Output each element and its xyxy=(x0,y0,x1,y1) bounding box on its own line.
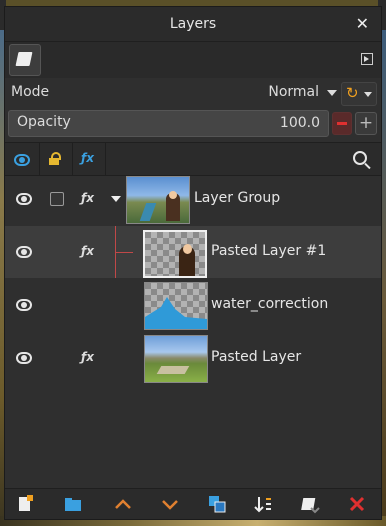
water-shape-graphic xyxy=(145,297,207,329)
opacity-label: Opacity xyxy=(17,114,71,130)
merge-down-icon[interactable] xyxy=(253,494,277,514)
lock-body xyxy=(49,158,59,165)
header-visibility[interactable] xyxy=(5,143,40,175)
layer-thumbnail xyxy=(144,282,208,330)
mode-label: Mode xyxy=(11,84,50,100)
layer-thumbnail xyxy=(126,176,190,224)
layers-tab-icon xyxy=(15,52,33,66)
search-icon-handle xyxy=(364,162,371,170)
fx-icon: ƒx xyxy=(81,151,94,165)
close-icon[interactable]: ✕ xyxy=(356,14,369,33)
layers-list-header: ƒx xyxy=(5,142,381,176)
tree-connector xyxy=(115,252,133,253)
fx-icon[interactable]: ƒx xyxy=(81,350,94,364)
eye-icon[interactable] xyxy=(16,193,32,205)
layer-name[interactable]: Pasted Layer xyxy=(211,349,301,365)
dock-titlebar: Layers ✕ xyxy=(5,7,381,42)
person-face-graphic xyxy=(169,191,177,199)
header-lock[interactable] xyxy=(40,143,73,175)
layer-name[interactable]: water_correction xyxy=(211,296,328,312)
eye-icon[interactable] xyxy=(16,246,32,258)
fx-icon[interactable]: ƒx xyxy=(81,244,94,258)
layer-row[interactable]: ƒx Layer Group xyxy=(5,173,381,225)
lock-checkbox[interactable] xyxy=(50,192,64,206)
eye-icon[interactable] xyxy=(16,352,32,364)
layer-name[interactable]: Pasted Layer #1 xyxy=(211,243,326,259)
layer-row[interactable]: water_correction xyxy=(5,279,381,331)
raise-layer-icon[interactable] xyxy=(113,494,137,514)
mode-row: Mode Normal ↻ xyxy=(5,79,381,107)
person-face-graphic xyxy=(183,244,192,254)
tab-bar xyxy=(5,42,381,78)
eye-icon[interactable] xyxy=(16,299,32,311)
tab-menu-icon[interactable] xyxy=(361,53,373,65)
lower-layer-icon[interactable] xyxy=(160,494,184,514)
opacity-row: Opacity 100.0 + xyxy=(5,110,381,137)
layers-dock: Layers ✕ Mode Normal ↻ Opacity 100.0 + ƒ… xyxy=(4,6,382,520)
river-graphic xyxy=(139,203,157,221)
chevron-down-icon[interactable] xyxy=(111,196,121,202)
anchor-icon[interactable] xyxy=(301,494,325,514)
eye-icon xyxy=(14,154,30,166)
opacity-increase-button[interactable]: + xyxy=(355,112,377,135)
opacity-spinscale[interactable]: Opacity 100.0 xyxy=(8,110,329,137)
layers-toolbar xyxy=(5,488,381,519)
layer-thumbnail xyxy=(143,230,207,278)
fx-icon[interactable]: ƒx xyxy=(81,191,94,205)
road-graphic xyxy=(156,366,190,374)
new-group-icon[interactable] xyxy=(63,494,87,514)
opacity-value: 100.0 xyxy=(279,115,320,131)
dock-title: Layers xyxy=(169,16,217,32)
duplicate-layer-icon[interactable] xyxy=(207,494,231,514)
chevron-down-icon xyxy=(364,92,372,97)
layer-name[interactable]: Layer Group xyxy=(194,190,280,206)
opacity-decrease-button[interactable] xyxy=(332,112,352,135)
layer-thumbnail xyxy=(144,335,208,383)
layer-row[interactable]: ƒx Pasted Layer xyxy=(5,332,381,384)
new-layer-icon[interactable] xyxy=(15,494,39,514)
mode-reset-button[interactable]: ↻ xyxy=(341,82,377,106)
chevron-down-icon[interactable] xyxy=(327,90,337,96)
mode-select[interactable]: Normal xyxy=(268,84,319,100)
tab-layers[interactable] xyxy=(9,44,41,76)
reset-icon: ↻ xyxy=(346,84,359,102)
layer-row-selected[interactable]: ƒx Pasted Layer #1 xyxy=(5,226,381,278)
header-effects[interactable]: ƒx xyxy=(73,143,106,175)
delete-layer-icon[interactable] xyxy=(347,494,371,514)
